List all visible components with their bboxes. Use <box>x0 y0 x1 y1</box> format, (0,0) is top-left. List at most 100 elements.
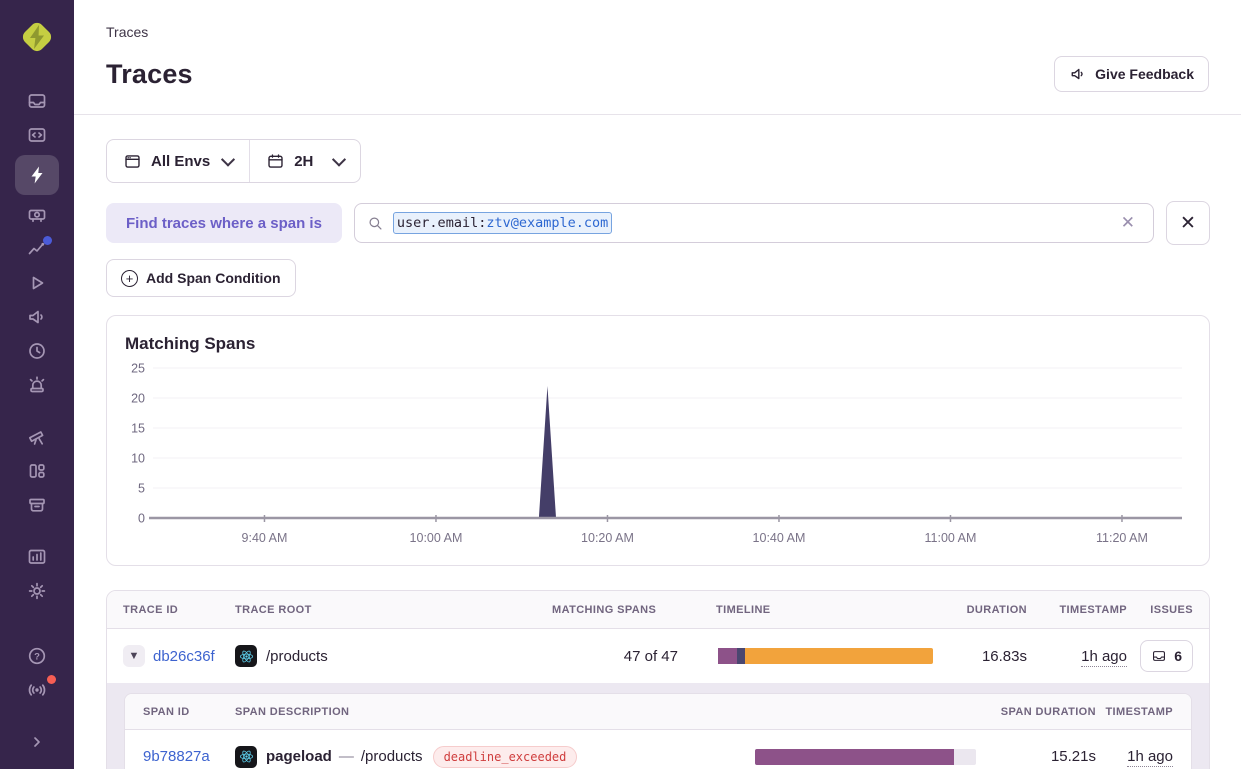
svg-text:5: 5 <box>138 482 145 496</box>
issues-icon <box>26 90 48 112</box>
trace-timeline-bar[interactable] <box>716 648 933 664</box>
sidebar-item-replays[interactable] <box>15 266 59 300</box>
col-span-duration: Span Duration <box>996 706 1096 718</box>
projector-icon <box>26 204 48 226</box>
matching-spans-chart[interactable]: 0 5 10 15 20 25 9:40 AM 10:00 AM 10:20 AM 10:40 A… <box>123 354 1190 550</box>
sidebar-item-dashboards[interactable] <box>15 454 59 488</box>
chevron-down-icon <box>221 153 235 167</box>
col-span-id: Span ID <box>125 706 235 718</box>
trace-row[interactable]: ▼ db26c36f <box>107 629 1209 683</box>
window-icon <box>123 152 142 171</box>
time-range-filter[interactable]: 2H <box>249 140 360 182</box>
span-description: /products <box>361 748 423 765</box>
sidebar-item-issues[interactable] <box>15 84 59 118</box>
delete-condition-button[interactable]: ✕ <box>1166 201 1210 245</box>
chevron-down-icon <box>332 153 346 167</box>
sidebar-item-crons[interactable] <box>15 334 59 368</box>
svg-text:10:00 AM: 10:00 AM <box>410 531 463 545</box>
svg-text:15: 15 <box>131 422 145 436</box>
react-icon <box>235 746 257 768</box>
layout-grid-icon <box>26 460 48 482</box>
add-span-condition-label: Add Span Condition <box>146 270 281 286</box>
sentry-logo-icon[interactable] <box>16 16 58 58</box>
sidebar-item-insights[interactable] <box>15 198 59 232</box>
add-span-condition-button[interactable]: + Add Span Condition <box>106 259 296 297</box>
time-range-label: 2H <box>294 153 313 170</box>
breadcrumb[interactable]: Traces <box>106 24 1209 40</box>
spans-table-header: Span ID Span Description Span Duration T… <box>125 694 1191 730</box>
give-feedback-label: Give Feedback <box>1095 66 1194 82</box>
code-folder-icon <box>26 124 48 146</box>
search-token-key: user.email: <box>397 215 486 231</box>
sidebar-item-stats[interactable] <box>15 540 59 574</box>
clear-search-button[interactable]: ✕ <box>1115 211 1141 235</box>
svg-text:9:40 AM: 9:40 AM <box>242 531 288 545</box>
sidebar-item-feedback[interactable] <box>15 300 59 334</box>
sidebar-item-settings[interactable] <box>15 574 59 608</box>
svg-text:20: 20 <box>131 392 145 406</box>
col-issues: Issues <box>1129 604 1209 616</box>
col-span-description: Span Description <box>235 706 755 718</box>
sidebar-item-explore[interactable] <box>15 118 59 152</box>
siren-icon <box>26 374 48 396</box>
page-header: Traces Traces Give Feedback <box>74 0 1241 115</box>
plus-circle-icon: + <box>121 270 138 287</box>
span-timeline-bar[interactable] <box>755 749 976 765</box>
span-timestamp[interactable]: 1h ago <box>1127 748 1173 767</box>
trace-duration: 16.83s <box>935 648 1029 665</box>
traces-table: Trace ID Trace Root Matching Spans Timel… <box>106 590 1210 769</box>
sidebar-item-discover[interactable] <box>15 420 59 454</box>
svg-text:10: 10 <box>131 452 145 466</box>
search-token[interactable]: user.email:ztv@example.com <box>393 212 612 234</box>
bar-stats-icon <box>26 546 48 568</box>
col-timestamp: Timestamp <box>1029 604 1129 616</box>
filter-bar: All Envs 2H <box>106 139 361 183</box>
page-title: Traces <box>106 59 193 90</box>
svg-text:?: ? <box>34 652 40 663</box>
span-row[interactable]: 9b78827a <box>125 730 1191 769</box>
notification-dot-blue <box>43 236 52 245</box>
sidebar-item-help[interactable]: ? <box>15 639 59 673</box>
span-status-badge: deadline_exceeded <box>433 746 578 768</box>
megaphone-icon <box>1069 65 1087 83</box>
col-duration: Duration <box>935 604 1029 616</box>
environment-filter[interactable]: All Envs <box>107 140 249 182</box>
span-condition-row: Find traces where a span is user.email:z… <box>106 201 1210 245</box>
broadcast-icon <box>26 679 48 701</box>
spans-table: Span ID Span Description Span Duration T… <box>124 693 1192 769</box>
main-area: Traces Traces Give Feedback All Env <box>74 0 1241 769</box>
find-traces-label: Find traces where a span is <box>106 203 342 243</box>
collapse-row-button[interactable]: ▼ <box>123 645 145 667</box>
sidebar-collapse-button[interactable] <box>15 725 59 759</box>
megaphone-icon <box>26 306 48 328</box>
svg-text:10:20 AM: 10:20 AM <box>581 531 634 545</box>
svg-text:25: 25 <box>131 362 145 376</box>
svg-text:0: 0 <box>138 512 145 526</box>
span-search-input[interactable]: user.email:ztv@example.com ✕ <box>354 203 1154 243</box>
give-feedback-button[interactable]: Give Feedback <box>1054 56 1209 92</box>
svg-text:11:00 AM: 11:00 AM <box>925 531 977 545</box>
col-span-timestamp: Timestamp <box>1096 706 1191 718</box>
sidebar-footer: ? <box>15 639 59 769</box>
trace-issues-button[interactable]: 6 <box>1140 640 1193 672</box>
traces-table-header: Trace ID Trace Root Matching Spans Timel… <box>107 591 1209 629</box>
environment-filter-label: All Envs <box>151 153 210 170</box>
notification-dot-red <box>47 675 56 684</box>
sidebar-item-traces[interactable] <box>15 155 59 195</box>
span-id-link[interactable]: 9b78827a <box>143 748 210 765</box>
span-duration: 15.21s <box>996 748 1096 765</box>
trace-id-link[interactable]: db26c36f <box>153 648 215 665</box>
sidebar-item-metrics[interactable] <box>15 232 59 266</box>
trace-timestamp[interactable]: 1h ago <box>1081 648 1127 667</box>
svg-text:10:40 AM: 10:40 AM <box>753 531 806 545</box>
play-icon <box>26 272 48 294</box>
sidebar-item-releases[interactable] <box>15 488 59 522</box>
gear-icon <box>26 580 48 602</box>
matching-spans-chart-panel: Matching Spans 05101520259:40 AM10:00 AM… <box>106 315 1210 566</box>
help-icon: ? <box>26 645 48 667</box>
svg-text:11:20 AM: 11:20 AM <box>1096 531 1148 545</box>
sidebar-item-whats-new[interactable] <box>15 673 59 707</box>
chevron-right-icon <box>26 731 48 753</box>
sidebar-item-alerts[interactable] <box>15 368 59 402</box>
sidebar: ? <box>0 0 74 769</box>
